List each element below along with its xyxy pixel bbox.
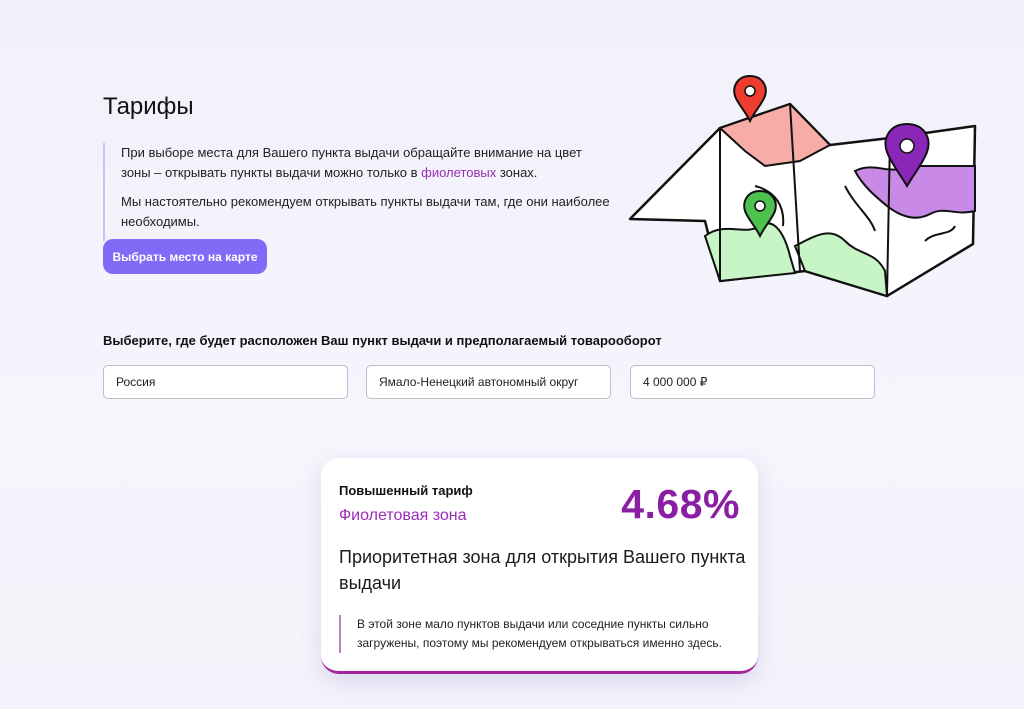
tariff-card: Повышенный тариф Фиолетовая зона 4.68% П… [321, 458, 758, 674]
tariff-description: В этой зоне мало пунктов выдачи или сосе… [339, 615, 747, 653]
tariff-rate: 4.68% [621, 481, 740, 527]
region-select[interactable]: Ямало-Ненецкий автономный округ [366, 365, 611, 399]
country-select[interactable]: Россия [103, 365, 348, 399]
page-title: Тарифы [103, 93, 194, 120]
notice-paragraph-2: Мы настоятельно рекомендуем открывать пу… [121, 194, 610, 229]
turnover-input[interactable]: 4 000 000 ₽ [630, 365, 875, 399]
choose-on-map-button[interactable]: Выбрать место на карте [103, 239, 267, 274]
tariff-name: Повышенный тариф [339, 483, 473, 498]
location-selection-label: Выберите, где будет расположен Ваш пункт… [103, 333, 662, 348]
zone-label: Фиолетовая зона [339, 507, 467, 524]
zone-notice: При выборе места для Вашего пункта выдач… [103, 143, 611, 241]
purple-zone-highlight: фиолетовых [421, 165, 497, 180]
tariff-headline: Приоритетная зона для открытия Вашего пу… [339, 547, 746, 593]
notice-paragraph-1: При выборе места для Вашего пункта выдач… [121, 145, 582, 180]
folded-map-illustration [628, 74, 977, 298]
